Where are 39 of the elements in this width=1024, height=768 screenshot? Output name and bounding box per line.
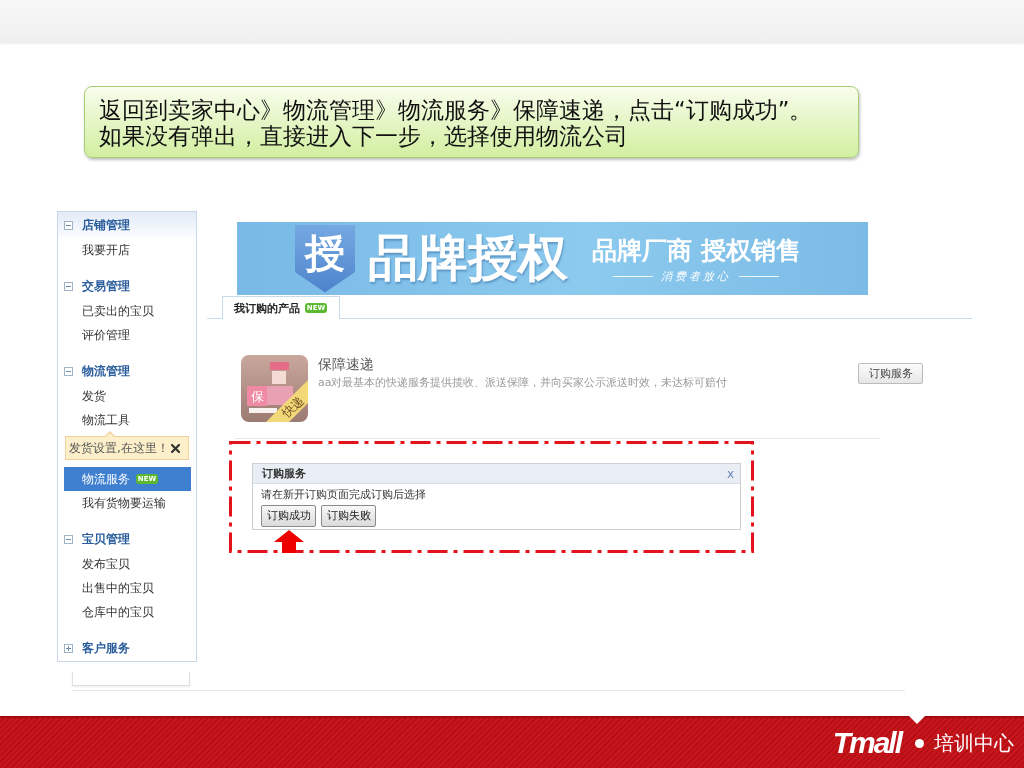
service-description: aa对最基本的快递服务提供揽收、派送保障，并向买家公示派送时效，未达标可赔付 — [318, 375, 728, 390]
shield-emblem: 授 — [295, 224, 355, 293]
banner-title: 品牌授权 — [368, 228, 568, 289]
dialog-button[interactable]: 订购失败 — [321, 504, 376, 527]
close-icon[interactable] — [171, 443, 180, 453]
dialog-message: 请在新开订购页面完成订购后选择 — [261, 488, 427, 502]
sidebar-item[interactable]: 发布宝贝 — [64, 552, 191, 576]
sidebar-item[interactable]: 发货 — [64, 384, 191, 408]
sidebar-section-header[interactable]: 客户服务 — [58, 635, 196, 661]
sidebar-item[interactable]: 仓库中的宝贝 — [64, 600, 191, 624]
service-name: 保障速递 — [318, 355, 375, 373]
callout-text: 返回到卖家中心》物流管理》物流服务》保障速递，点击“订购成功”。 — [99, 97, 814, 123]
collapse-icon[interactable] — [64, 220, 73, 230]
collapse-icon[interactable] — [64, 366, 73, 376]
sidebar-item[interactable]: 出售中的宝贝 — [64, 576, 191, 600]
sidebar-item[interactable]: 评价管理 — [64, 323, 191, 347]
sidebar-section-header[interactable]: 交易管理 — [58, 273, 196, 299]
service-logo: 保 快递 — [241, 355, 308, 422]
dialog-title: 订购服务 — [262, 466, 306, 481]
dialog-button[interactable]: 订购成功 — [261, 504, 316, 527]
hint-text: 发货设置,在这里！ — [69, 439, 169, 457]
sidebar-section-header[interactable]: 宝贝管理 — [58, 526, 196, 552]
brand-logo: Tmall — [832, 726, 903, 760]
notch-icon — [909, 716, 925, 724]
sidebar-item[interactable]: 我有货物要运输 — [64, 491, 191, 515]
expand-icon[interactable] — [64, 643, 73, 653]
callout-text: 如果没有弹出，直接进入下一步，选择使用物流公司 — [99, 123, 629, 149]
sidebar-section-header[interactable]: 店铺管理 — [58, 212, 196, 238]
collapse-icon[interactable] — [64, 534, 73, 544]
banner-signature: 消费者放心 — [661, 268, 732, 284]
banner-slogan: 品牌厂商 授权销售 — [592, 234, 801, 267]
sidebar-section-header[interactable]: 物流管理 — [58, 358, 196, 384]
subscribe-button[interactable]: 订购服务 — [858, 363, 923, 384]
sidebar-item[interactable]: 物流工具 — [64, 408, 191, 432]
collapse-icon[interactable] — [64, 281, 73, 291]
sidebar-item[interactable]: 已卖出的宝贝 — [64, 299, 191, 323]
bullet-icon — [915, 738, 924, 748]
footer-title: 培训中心 — [934, 729, 1014, 757]
sidebar-item[interactable]: 我要开店 — [64, 238, 191, 262]
